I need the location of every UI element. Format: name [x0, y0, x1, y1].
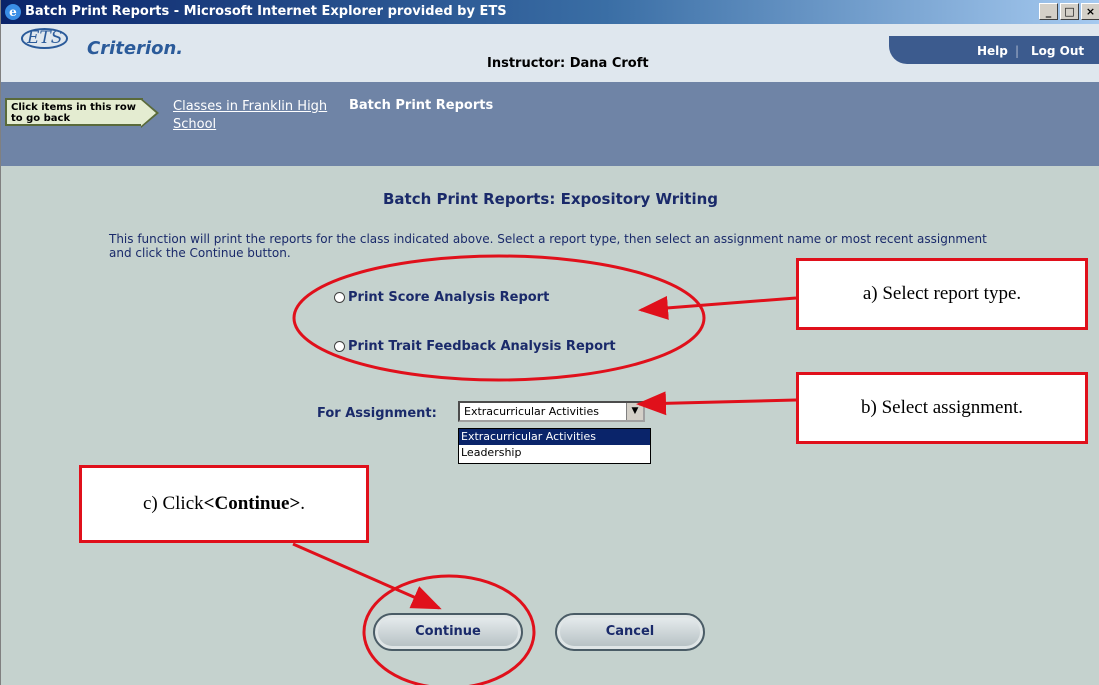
breadcrumb-current: Batch Print Reports	[349, 98, 494, 113]
dropdown-arrow-icon[interactable]: ▼	[626, 403, 643, 420]
report-option-trait[interactable]: Print Trait Feedback Analysis Report	[334, 339, 616, 354]
go-back-hint: Click items in this row to go back	[5, 98, 163, 128]
ets-logo-mark: ETS	[21, 28, 69, 49]
assignment-option[interactable]: Leadership	[459, 445, 650, 461]
window-title: Batch Print Reports - Microsoft Internet…	[25, 4, 507, 19]
cancel-button[interactable]: Cancel	[555, 613, 705, 651]
assignment-option[interactable]: Extracurricular Activities	[459, 429, 650, 445]
callout-text-a: a) Select report type.	[862, 283, 1022, 304]
help-link[interactable]: Help	[977, 44, 1008, 58]
ie-logo-icon: e	[5, 4, 21, 20]
header-separator: |	[1015, 44, 1020, 58]
assignment-select-value: Extracurricular Activities	[464, 405, 599, 418]
assignment-label: For Assignment:	[317, 406, 437, 421]
assignment-options-list[interactable]: Extracurricular Activities Leadership	[458, 428, 651, 464]
browser-window: e Batch Print Reports - Microsoft Intern…	[0, 0, 1099, 685]
criterion-wordmark: Criterion.	[87, 38, 184, 59]
go-back-hint-text: Click items in this row to go back	[5, 98, 143, 126]
breadcrumb-bar	[1, 82, 1099, 166]
logout-link[interactable]: Log Out	[1031, 44, 1084, 58]
minimize-button[interactable]: _	[1039, 3, 1058, 20]
callout-text-c-bold: <Continue>	[203, 493, 301, 514]
continue-button[interactable]: Continue	[373, 613, 523, 651]
callout-select-report-type: a) Select report type.	[796, 258, 1088, 330]
report-option-score[interactable]: Print Score Analysis Report	[334, 290, 549, 305]
instructor-name: Instructor: Dana Croft	[487, 56, 649, 71]
callout-text-c-suffix: .	[300, 493, 306, 514]
callout-text-b: b) Select assignment.	[861, 397, 1023, 418]
assignment-select[interactable]: Extracurricular Activities ▼	[458, 401, 645, 422]
criterion-logo: ETS Criterion.	[21, 28, 183, 59]
report-option-label: Print Score Analysis Report	[348, 290, 550, 305]
callout-click-continue: c) Click <Continue>.	[79, 465, 369, 543]
callout-text-c-prefix: c) Click	[142, 493, 204, 514]
radio-button[interactable]	[334, 292, 345, 303]
help-logout-tab: Help | Log Out	[889, 36, 1099, 64]
window-titlebar: e Batch Print Reports - Microsoft Intern…	[1, 0, 1099, 24]
page-title: Batch Print Reports: Expository Writing	[382, 190, 719, 208]
report-option-label: Print Trait Feedback Analysis Report	[348, 339, 616, 354]
callout-select-assignment: b) Select assignment.	[796, 372, 1088, 444]
maximize-button[interactable]: □	[1060, 3, 1079, 20]
window-controls: _ □ ×	[1037, 3, 1099, 21]
breadcrumb-class-link[interactable]: Classes in Franklin High School	[173, 98, 333, 134]
instructions-text: This function will print the reports for…	[109, 232, 987, 260]
close-button[interactable]: ×	[1081, 3, 1099, 20]
radio-button[interactable]	[334, 341, 345, 352]
